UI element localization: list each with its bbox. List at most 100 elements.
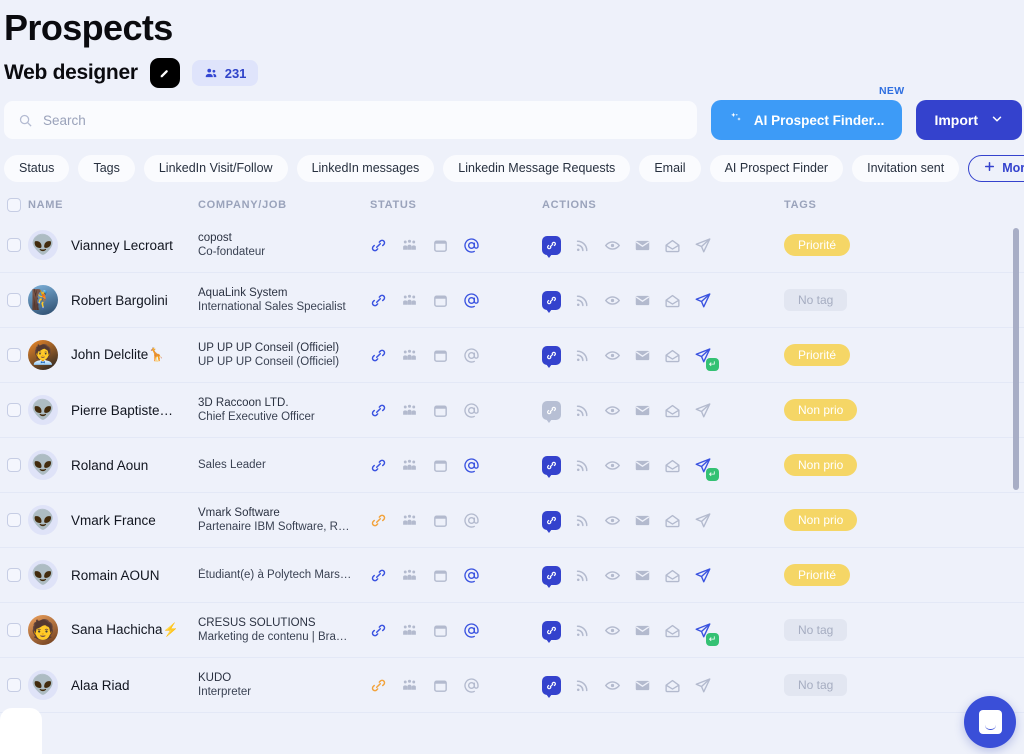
open-email-action-icon[interactable] [664, 677, 681, 694]
follow-rss-action-icon[interactable] [574, 402, 591, 419]
send-message-action-icon[interactable]: ↵ [694, 456, 719, 481]
row-checkbox[interactable] [7, 458, 21, 472]
linkedin-link-icon[interactable] [370, 622, 387, 639]
row-checkbox[interactable] [7, 348, 21, 362]
visit-profile-action-icon[interactable] [542, 565, 561, 588]
tag-badge[interactable]: No tag [784, 289, 848, 311]
send-email-action-icon[interactable] [634, 292, 651, 309]
calendar-icon[interactable] [432, 292, 449, 309]
visit-profile-action-icon[interactable] [542, 455, 561, 478]
email-at-icon[interactable] [463, 347, 480, 364]
table-row[interactable]: 👽 Pierre Baptiste… 3D Raccoon LTD. Chief Ex… [0, 383, 1024, 438]
calendar-icon[interactable] [432, 347, 449, 364]
connections-icon[interactable] [401, 457, 418, 474]
email-at-icon[interactable] [463, 622, 480, 639]
connections-icon[interactable] [401, 622, 418, 639]
tag-badge[interactable]: No tag [784, 619, 848, 641]
linkedin-link-icon[interactable] [370, 677, 387, 694]
connections-icon[interactable] [401, 402, 418, 419]
row-checkbox[interactable] [7, 568, 21, 582]
pen-icon[interactable] [149, 58, 180, 88]
visit-profile-action-icon[interactable] [542, 235, 561, 258]
follow-rss-action-icon[interactable] [574, 292, 591, 309]
send-message-action-icon[interactable]: ↵ [694, 346, 719, 371]
send-email-action-icon[interactable] [634, 677, 651, 694]
linkedin-link-icon[interactable] [370, 512, 387, 529]
tag-badge[interactable]: Priorité [784, 344, 851, 366]
linkedin-link-icon[interactable] [370, 237, 387, 254]
follow-rss-action-icon[interactable] [574, 347, 591, 364]
filter-chip[interactable]: AI Prospect Finder [709, 154, 844, 182]
table-row[interactable]: 👽 Vmark France Vmark Software Partenaire IB… [0, 493, 1024, 548]
connections-icon[interactable] [401, 347, 418, 364]
select-all-checkbox[interactable] [7, 198, 21, 212]
row-checkbox[interactable] [7, 678, 21, 692]
send-message-action-icon[interactable] [694, 291, 712, 309]
filter-chip[interactable]: Status [4, 154, 70, 182]
send-message-action-icon[interactable]: ↵ [694, 621, 719, 646]
import-button[interactable]: Import [916, 100, 1022, 140]
visit-profile-action-icon[interactable] [542, 620, 561, 643]
tag-badge[interactable]: Priorité [784, 564, 851, 586]
search-box[interactable] [4, 101, 697, 139]
vertical-scrollbar[interactable] [1013, 228, 1019, 490]
linkedin-link-icon[interactable] [370, 347, 387, 364]
filter-chip[interactable]: Invitation sent [852, 154, 960, 182]
visit-profile-action-icon[interactable] [542, 400, 561, 423]
linkedin-link-icon[interactable] [370, 402, 387, 419]
view-profile-action-icon[interactable] [604, 677, 621, 694]
open-email-action-icon[interactable] [664, 347, 681, 364]
connections-icon[interactable] [401, 677, 418, 694]
send-email-action-icon[interactable] [634, 512, 651, 529]
linkedin-link-icon[interactable] [370, 567, 387, 584]
send-message-action-icon[interactable] [694, 236, 712, 254]
view-profile-action-icon[interactable] [604, 512, 621, 529]
follow-rss-action-icon[interactable] [574, 237, 591, 254]
send-email-action-icon[interactable] [634, 402, 651, 419]
view-profile-action-icon[interactable] [604, 237, 621, 254]
visit-profile-action-icon[interactable] [542, 675, 561, 698]
row-checkbox[interactable] [7, 513, 21, 527]
email-at-icon[interactable] [463, 677, 480, 694]
send-email-action-icon[interactable] [634, 622, 651, 639]
table-row[interactable]: 🧑 Sana Hachicha⚡ CRESUS SOLUTIONS Marketing… [0, 603, 1024, 658]
view-profile-action-icon[interactable] [604, 457, 621, 474]
calendar-icon[interactable] [432, 677, 449, 694]
send-email-action-icon[interactable] [634, 347, 651, 364]
view-profile-action-icon[interactable] [604, 622, 621, 639]
email-at-icon[interactable] [463, 402, 480, 419]
open-email-action-icon[interactable] [664, 512, 681, 529]
filter-chip[interactable]: Tags [78, 154, 135, 182]
row-checkbox[interactable] [7, 623, 21, 637]
table-row[interactable]: 👽 Romain AOUN Étudiant(e) à Polytech Mars…… [0, 548, 1024, 603]
follow-rss-action-icon[interactable] [574, 457, 591, 474]
email-at-icon[interactable] [463, 512, 480, 529]
view-profile-action-icon[interactable] [604, 292, 621, 309]
view-profile-action-icon[interactable] [604, 347, 621, 364]
send-email-action-icon[interactable] [634, 457, 651, 474]
tag-badge[interactable]: No tag [784, 674, 848, 696]
email-at-icon[interactable] [463, 457, 480, 474]
open-email-action-icon[interactable] [664, 622, 681, 639]
linkedin-link-icon[interactable] [370, 457, 387, 474]
tag-badge[interactable]: Priorité [784, 234, 851, 256]
more-filters-chip[interactable]: More filters [968, 154, 1024, 182]
row-checkbox[interactable] [7, 293, 21, 307]
search-input[interactable] [43, 112, 683, 128]
connections-icon[interactable] [401, 292, 418, 309]
follow-rss-action-icon[interactable] [574, 677, 591, 694]
send-message-action-icon[interactable] [694, 401, 712, 419]
connections-icon[interactable] [401, 237, 418, 254]
tag-badge[interactable]: Non prio [784, 454, 858, 476]
view-profile-action-icon[interactable] [604, 402, 621, 419]
open-email-action-icon[interactable] [664, 237, 681, 254]
connections-icon[interactable] [401, 567, 418, 584]
table-row[interactable]: 🧑‍💼 John Delclite🦒 UP UP UP Conseil (Offic… [0, 328, 1024, 383]
email-at-icon[interactable] [463, 567, 480, 584]
calendar-icon[interactable] [432, 512, 449, 529]
tag-badge[interactable]: Non prio [784, 399, 858, 421]
send-email-action-icon[interactable] [634, 237, 651, 254]
follow-rss-action-icon[interactable] [574, 512, 591, 529]
filter-chip[interactable]: Email [639, 154, 701, 182]
table-row[interactable]: 👽 Roland Aoun Sales Leader ↵ Non prio [0, 438, 1024, 493]
